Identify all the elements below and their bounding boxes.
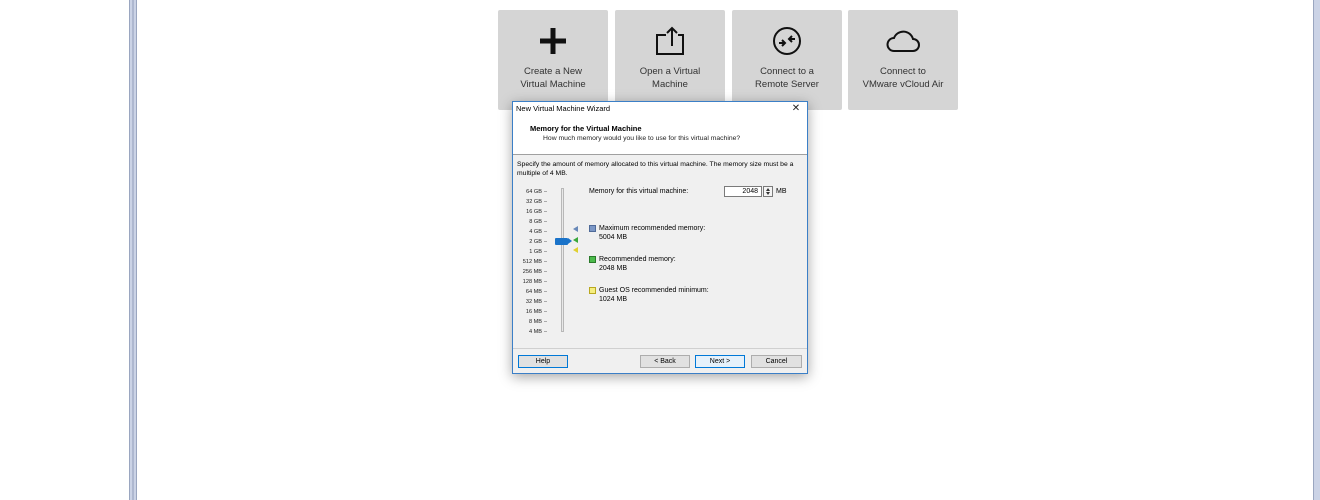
memory-slider-track[interactable] — [561, 188, 564, 332]
blue-square-icon — [589, 225, 596, 232]
step-subtitle: How much memory would you like to use fo… — [543, 135, 741, 142]
connect-remote-tile[interactable]: Connect to a Remote Server — [732, 10, 842, 110]
scale-tick: 64 GB — [517, 188, 547, 196]
scale-tick: 8 GB — [517, 218, 547, 226]
spin-up-icon[interactable] — [766, 188, 770, 191]
dialog-titlebar[interactable]: New Virtual Machine Wizard ✕ — [513, 102, 807, 116]
back-button[interactable]: < Back — [640, 355, 690, 368]
wizard-header: Memory for the Virtual Machine How much … — [513, 116, 807, 155]
scale-tick: 256 MB — [517, 268, 547, 276]
create-vm-label: Create a New Virtual Machine — [520, 66, 586, 90]
scale-tick: 8 MB — [517, 318, 547, 326]
remote-server-icon — [732, 24, 842, 58]
help-button[interactable]: Help — [518, 355, 568, 368]
dialog-title: New Virtual Machine Wizard — [516, 104, 611, 113]
guest-minimum-marker — [573, 247, 578, 253]
next-button[interactable]: Next > — [695, 355, 745, 368]
max-recommended-marker — [573, 226, 578, 232]
open-vm-label: Open a Virtual Machine — [639, 66, 701, 90]
close-icon[interactable]: ✕ — [789, 102, 803, 116]
splitter-grip[interactable] — [132, 0, 134, 500]
memory-unit: MB — [776, 188, 787, 195]
connect-vcloud-tile[interactable]: Connect to VMware vCloud Air — [848, 10, 958, 110]
scale-tick: 16 MB — [517, 308, 547, 316]
step-title: Memory for the Virtual Machine — [530, 124, 642, 133]
scale-tick: 32 MB — [517, 298, 547, 306]
scale-tick: 512 MB — [517, 258, 547, 266]
memory-input[interactable]: 2048 — [724, 186, 762, 197]
connect-vcloud-label: Connect to VMware vCloud Air — [862, 66, 944, 90]
plus-icon — [498, 24, 608, 58]
legend-label: Recommended memory: — [599, 256, 676, 263]
scale-tick: 64 MB — [517, 288, 547, 296]
legend-label: Guest OS recommended minimum: — [599, 287, 709, 294]
open-export-icon — [615, 24, 725, 58]
pane-splitter[interactable] — [129, 0, 137, 500]
recommended-marker — [573, 237, 578, 243]
scale-tick: 2 GB — [517, 238, 547, 246]
legend-label: Maximum recommended memory: — [599, 225, 706, 232]
legend-value: 2048 MB — [599, 265, 628, 272]
scale-tick: 1 GB — [517, 248, 547, 256]
green-square-icon — [589, 256, 596, 263]
new-vm-wizard-dialog: New Virtual Machine Wizard ✕ Memory for … — [512, 101, 808, 374]
connect-remote-label: Connect to a Remote Server — [755, 66, 819, 90]
memory-label: Memory for this virtual machine: — [589, 188, 689, 195]
scale-tick: 4 MB — [517, 328, 547, 336]
memory-spinner[interactable] — [763, 186, 773, 197]
cancel-button[interactable]: Cancel — [751, 355, 802, 368]
create-vm-tile[interactable]: Create a New Virtual Machine — [498, 10, 608, 110]
right-scrollbar[interactable] — [1313, 0, 1320, 500]
legend-value: 5004 MB — [599, 234, 628, 241]
open-vm-tile[interactable]: Open a Virtual Machine — [615, 10, 725, 110]
cloud-icon — [848, 24, 958, 58]
yellow-square-icon — [589, 287, 596, 294]
memory-description: Specify the amount of memory allocated t… — [517, 161, 794, 177]
memory-slider-thumb[interactable] — [555, 238, 572, 245]
dialog-footer: Help < Back Next > Cancel — [513, 348, 807, 375]
spin-down-icon[interactable] — [766, 192, 770, 195]
legend-value: 1024 MB — [599, 296, 628, 303]
scale-tick: 4 GB — [517, 228, 547, 236]
scale-tick: 16 GB — [517, 208, 547, 216]
scale-tick: 32 GB — [517, 198, 547, 206]
library-pane — [0, 0, 129, 500]
scale-tick: 128 MB — [517, 278, 547, 286]
